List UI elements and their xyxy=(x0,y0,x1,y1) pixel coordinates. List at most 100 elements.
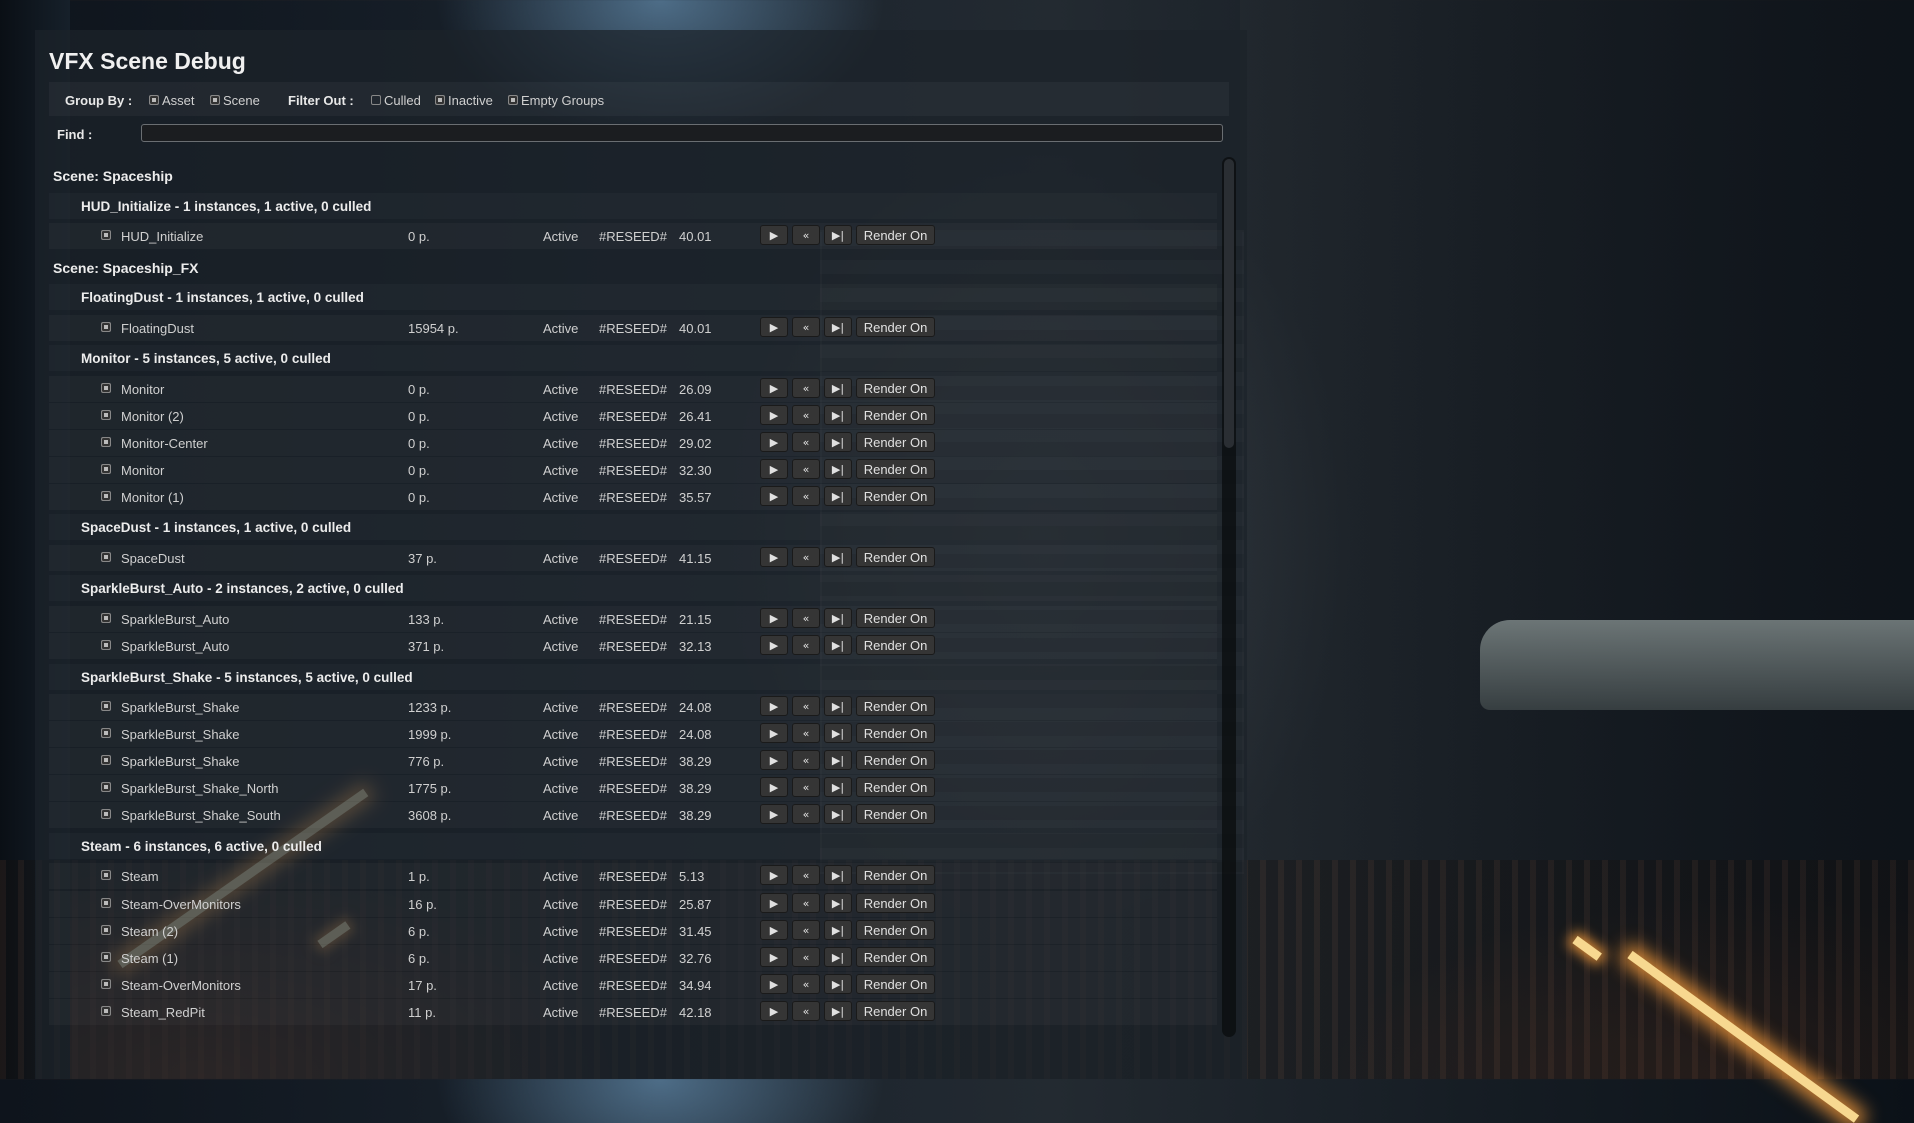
reseed-link[interactable]: #RESEED# xyxy=(599,897,667,912)
step-button[interactable]: ▶| xyxy=(824,920,852,940)
render-toggle-button[interactable]: Render On xyxy=(856,432,935,452)
checkbox-icon[interactable] xyxy=(101,552,111,562)
render-toggle-button[interactable]: Render On xyxy=(856,865,935,885)
render-toggle-button[interactable]: Render On xyxy=(856,804,935,824)
render-toggle-button[interactable]: Render On xyxy=(856,459,935,479)
step-button[interactable]: ▶| xyxy=(824,608,852,628)
render-toggle-button[interactable]: Render On xyxy=(856,547,935,567)
checkbox-icon[interactable] xyxy=(101,437,111,447)
reseed-link[interactable]: #RESEED# xyxy=(599,639,667,654)
reseed-link[interactable]: #RESEED# xyxy=(599,924,667,939)
checkbox-icon[interactable] xyxy=(101,952,111,962)
step-button[interactable]: ▶| xyxy=(824,947,852,967)
reseed-link[interactable]: #RESEED# xyxy=(599,754,667,769)
play-button[interactable]: ▶ xyxy=(760,405,788,425)
reseed-link[interactable]: #RESEED# xyxy=(599,1005,667,1020)
play-button[interactable]: ▶ xyxy=(760,459,788,479)
restart-button[interactable]: « xyxy=(792,696,820,716)
step-button[interactable]: ▶| xyxy=(824,974,852,994)
instance-name[interactable]: SparkleBurst_Shake_North xyxy=(121,781,279,796)
restart-button[interactable]: « xyxy=(792,378,820,398)
reseed-link[interactable]: #RESEED# xyxy=(599,409,667,424)
step-button[interactable]: ▶| xyxy=(824,225,852,245)
instance-name[interactable]: HUD_Initialize xyxy=(121,229,203,244)
render-toggle-button[interactable]: Render On xyxy=(856,920,935,940)
step-button[interactable]: ▶| xyxy=(824,547,852,567)
reseed-link[interactable]: #RESEED# xyxy=(599,490,667,505)
checkbox-icon[interactable] xyxy=(101,979,111,989)
instance-name[interactable]: FloatingDust xyxy=(121,321,194,336)
scrollbar-thumb[interactable] xyxy=(1224,159,1234,448)
render-toggle-button[interactable]: Render On xyxy=(856,486,935,506)
play-button[interactable]: ▶ xyxy=(760,893,788,913)
checkbox-icon[interactable] xyxy=(101,925,111,935)
instance-name[interactable]: Steam (2) xyxy=(121,924,178,939)
render-toggle-button[interactable]: Render On xyxy=(856,608,935,628)
play-button[interactable]: ▶ xyxy=(760,920,788,940)
filter-culled-toggle[interactable]: Culled xyxy=(371,93,421,108)
play-button[interactable]: ▶ xyxy=(760,865,788,885)
restart-button[interactable]: « xyxy=(792,635,820,655)
instance-name[interactable]: Steam (1) xyxy=(121,951,178,966)
step-button[interactable]: ▶| xyxy=(824,723,852,743)
restart-button[interactable]: « xyxy=(792,777,820,797)
reseed-link[interactable]: #RESEED# xyxy=(599,951,667,966)
instance-name[interactable]: Monitor-Center xyxy=(121,436,208,451)
instance-name[interactable]: SparkleBurst_Auto xyxy=(121,612,229,627)
render-toggle-button[interactable]: Render On xyxy=(856,750,935,770)
step-button[interactable]: ▶| xyxy=(824,635,852,655)
checkbox-icon[interactable] xyxy=(101,464,111,474)
step-button[interactable]: ▶| xyxy=(824,459,852,479)
instance-name[interactable]: Monitor (1) xyxy=(121,490,184,505)
reseed-link[interactable]: #RESEED# xyxy=(599,727,667,742)
checkbox-icon[interactable] xyxy=(101,383,111,393)
checkbox-icon[interactable] xyxy=(101,491,111,501)
restart-button[interactable]: « xyxy=(792,459,820,479)
checkbox-icon[interactable] xyxy=(101,322,111,332)
restart-button[interactable]: « xyxy=(792,486,820,506)
step-button[interactable]: ▶| xyxy=(824,865,852,885)
reseed-link[interactable]: #RESEED# xyxy=(599,808,667,823)
play-button[interactable]: ▶ xyxy=(760,723,788,743)
instance-name[interactable]: Steam_RedPit xyxy=(121,1005,205,1020)
checkbox-icon[interactable] xyxy=(101,410,111,420)
play-button[interactable]: ▶ xyxy=(760,432,788,452)
restart-button[interactable]: « xyxy=(792,547,820,567)
render-toggle-button[interactable]: Render On xyxy=(856,723,935,743)
instance-name[interactable]: Monitor (2) xyxy=(121,409,184,424)
render-toggle-button[interactable]: Render On xyxy=(856,893,935,913)
reseed-link[interactable]: #RESEED# xyxy=(599,321,667,336)
reseed-link[interactable]: #RESEED# xyxy=(599,551,667,566)
instance-name[interactable]: Steam-OverMonitors xyxy=(121,978,241,993)
render-toggle-button[interactable]: Render On xyxy=(856,225,935,245)
restart-button[interactable]: « xyxy=(792,804,820,824)
play-button[interactable]: ▶ xyxy=(760,696,788,716)
play-button[interactable]: ▶ xyxy=(760,750,788,770)
checkbox-icon[interactable] xyxy=(101,613,111,623)
restart-button[interactable]: « xyxy=(792,1001,820,1021)
reseed-link[interactable]: #RESEED# xyxy=(599,463,667,478)
play-button[interactable]: ▶ xyxy=(760,378,788,398)
group-by-asset-toggle[interactable]: Asset xyxy=(149,93,195,108)
play-button[interactable]: ▶ xyxy=(760,804,788,824)
render-toggle-button[interactable]: Render On xyxy=(856,947,935,967)
checkbox-icon[interactable] xyxy=(101,640,111,650)
render-toggle-button[interactable]: Render On xyxy=(856,974,935,994)
play-button[interactable]: ▶ xyxy=(760,947,788,967)
checkbox-icon[interactable] xyxy=(101,230,111,240)
checkbox-icon[interactable] xyxy=(101,1006,111,1016)
reseed-link[interactable]: #RESEED# xyxy=(599,781,667,796)
list-scrollbar[interactable] xyxy=(1222,157,1236,1037)
render-toggle-button[interactable]: Render On xyxy=(856,777,935,797)
reseed-link[interactable]: #RESEED# xyxy=(599,700,667,715)
instance-name[interactable]: SparkleBurst_Shake xyxy=(121,754,240,769)
restart-button[interactable]: « xyxy=(792,947,820,967)
step-button[interactable]: ▶| xyxy=(824,378,852,398)
restart-button[interactable]: « xyxy=(792,225,820,245)
render-toggle-button[interactable]: Render On xyxy=(856,405,935,425)
group-by-scene-toggle[interactable]: Scene xyxy=(210,93,260,108)
render-toggle-button[interactable]: Render On xyxy=(856,317,935,337)
instance-name[interactable]: SparkleBurst_Shake_South xyxy=(121,808,281,823)
checkbox-icon[interactable] xyxy=(101,701,111,711)
play-button[interactable]: ▶ xyxy=(760,486,788,506)
